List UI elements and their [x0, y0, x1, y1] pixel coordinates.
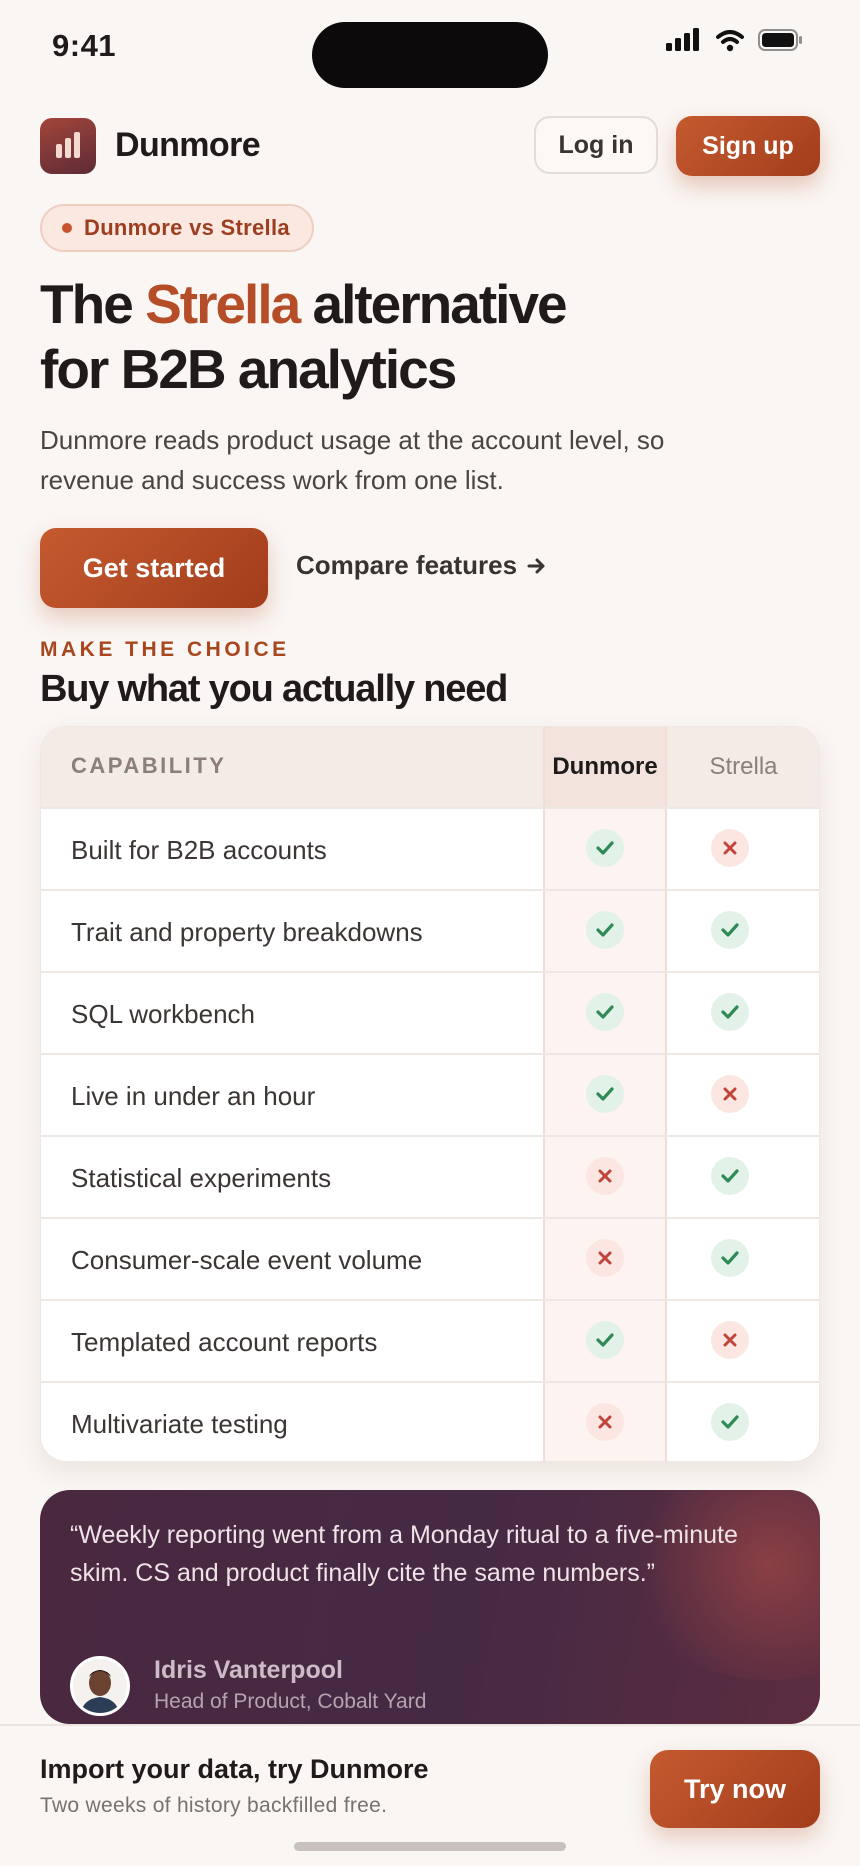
capability-label: Trait and property breakdowns: [71, 917, 423, 947]
dynamic-island: [312, 22, 548, 88]
strella-check-icon: [711, 1157, 749, 1195]
header-dunmore: Dunmore: [544, 727, 666, 807]
signup-button[interactable]: Sign up: [676, 116, 820, 176]
strella-check-icon: [711, 1239, 749, 1277]
strella-check-icon: [711, 911, 749, 949]
home-indicator[interactable]: [294, 1842, 566, 1851]
capability-label: Consumer-scale event volume: [71, 1245, 423, 1275]
title-line-2: for B2B analytics: [40, 338, 457, 400]
status-time: 9:41: [52, 28, 117, 63]
battery-icon: [758, 29, 802, 51]
section-title: Buy what you actually need: [40, 668, 508, 710]
comparison-pill: Dunmore vs Strella: [40, 204, 314, 252]
cellular-signal-icon: [666, 28, 699, 51]
pill-label: Dunmore vs Strella: [84, 215, 290, 240]
capability-label: Templated account reports: [71, 1327, 378, 1357]
table-header: CAPABILITY Dunmore Strella: [41, 727, 819, 807]
testimonial-name: Idris Vanterpool: [154, 1656, 343, 1684]
testimonial-role: Head of Product, Cobalt Yard: [154, 1690, 427, 1713]
capability-label: Multivariate testing: [71, 1409, 288, 1439]
table-row: Trait and property breakdowns: [41, 889, 819, 971]
compare-features-link[interactable]: Compare features: [296, 550, 547, 581]
title-post: alternative: [299, 273, 567, 335]
table-row: Multivariate testing: [41, 1381, 819, 1461]
strella-check-icon: [711, 1403, 749, 1441]
testimonial-card: “Weekly reporting went from a Monday rit…: [40, 1490, 820, 1724]
capability-label: Statistical experiments: [71, 1163, 332, 1193]
bottom-title: Import your data, try Dunmore: [40, 1754, 429, 1784]
strella-check-icon: [711, 993, 749, 1031]
title-accent: Strella: [145, 273, 301, 335]
page-title: The Strella alternative for B2B analytic…: [40, 272, 568, 402]
dunmore-cross-icon: [586, 1157, 624, 1195]
pill-dot-icon: [62, 223, 72, 233]
avatar: [70, 1656, 130, 1716]
bottom-cta-bar: Import your data, try Dunmore Two weeks …: [0, 1724, 860, 1866]
table-row: SQL workbench: [41, 971, 819, 1053]
brand-name[interactable]: Dunmore: [115, 126, 261, 165]
dunmore-check-icon: [586, 993, 624, 1031]
bar-chart-logo-icon[interactable]: [40, 118, 96, 174]
comparison-table: CAPABILITY Dunmore Strella Built for B2B…: [40, 726, 820, 1462]
header-capability: CAPABILITY: [71, 753, 227, 778]
capability-label: SQL workbench: [71, 999, 256, 1029]
dunmore-check-icon: [586, 1321, 624, 1359]
title-pre: The: [40, 273, 146, 335]
strella-cross-icon: [711, 1321, 749, 1359]
compare-features-label: Compare features: [296, 550, 518, 580]
capability-label: Live in under an hour: [71, 1081, 316, 1111]
capability-label: Built for B2B accounts: [71, 835, 327, 865]
get-started-button[interactable]: Get started: [40, 528, 268, 608]
header-strella: Strella: [709, 753, 778, 780]
bottom-subtitle: Two weeks of history backfilled free.: [40, 1794, 388, 1817]
section-eyebrow: MAKE THE CHOICE: [40, 638, 290, 661]
table-row: Live in under an hour: [41, 1053, 819, 1135]
wifi-icon: [716, 30, 744, 52]
table-row: Templated account reports: [41, 1299, 819, 1381]
testimonial-quote: “Weekly reporting went from a Monday rit…: [70, 1521, 738, 1587]
dunmore-check-icon: [586, 829, 624, 867]
login-button[interactable]: Log in: [534, 116, 658, 174]
strella-cross-icon: [711, 829, 749, 867]
dunmore-check-icon: [586, 911, 624, 949]
arrow-right-icon: [527, 558, 545, 573]
table-row: Consumer-scale event volume: [41, 1217, 819, 1299]
table-row: Built for B2B accounts: [41, 807, 819, 889]
try-now-button[interactable]: Try now: [650, 1750, 820, 1828]
strella-cross-icon: [711, 1075, 749, 1113]
dunmore-cross-icon: [586, 1403, 624, 1441]
dunmore-check-icon: [586, 1075, 624, 1113]
hero-subtitle: Dunmore reads product usage at the accou…: [40, 425, 665, 495]
dunmore-cross-icon: [586, 1239, 624, 1277]
status-bar: 9:41: [0, 0, 860, 100]
table-row: Statistical experiments: [41, 1135, 819, 1217]
